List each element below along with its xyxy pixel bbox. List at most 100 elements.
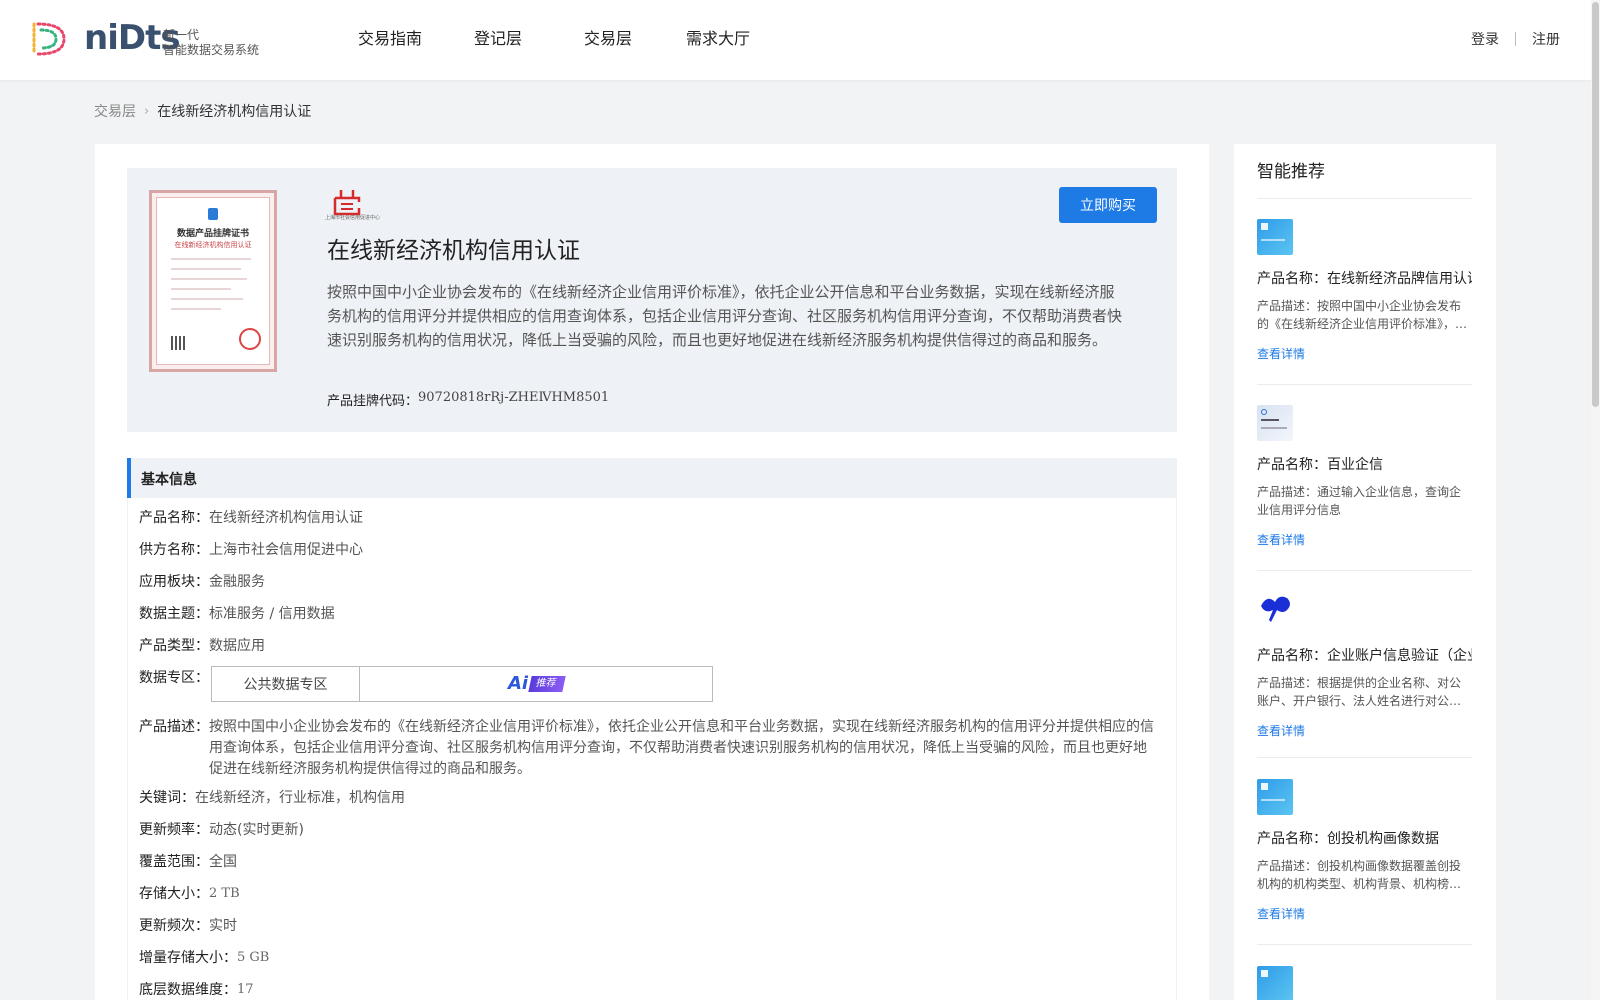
cert-text-line xyxy=(171,268,241,270)
info-value: 在线新经济机构信用认证 xyxy=(209,510,363,526)
nidts-logo-icon[interactable] xyxy=(28,20,68,58)
certificate-inner: 数据产品挂牌证书 在线新经济机构信用认证 xyxy=(156,197,270,365)
sidebar-title: 智能推荐 xyxy=(1257,162,1325,182)
cert-text-line xyxy=(171,308,221,310)
zone-badge-cell: Ai 推荐 xyxy=(360,667,712,701)
product-detail-panel: 数据产品挂牌证书 在线新经济机构信用认证 上海市社会信用促进中心 立即购买 在线… xyxy=(95,144,1209,1000)
info-row: 更新频率： 动态(实时更新) xyxy=(139,820,304,840)
recommendation-name[interactable]: 产品名称：企业账户信息验证（企业 xyxy=(1257,646,1472,666)
divider xyxy=(1257,384,1472,385)
info-key: 更新频率： xyxy=(139,822,209,838)
info-key: 更新频次： xyxy=(139,918,209,934)
doc-thumb-icon[interactable] xyxy=(1257,779,1293,815)
ginkgo-leaf-icon[interactable] xyxy=(1257,592,1293,628)
ai-recommend-badge[interactable]: Ai 推荐 xyxy=(507,673,566,694)
info-row-zone: 数据专区： xyxy=(139,668,209,688)
product-code-value: 90720818rRj-ZHEⅣHM8501 xyxy=(418,390,610,405)
recommendation-card[interactable]: 产品名称：创投机构画像数据 产品描述：创投机构画像数据覆盖创投机构的机构类型、机… xyxy=(1257,779,1472,923)
section-title: 基本信息 xyxy=(141,472,197,488)
nav-demand-hall[interactable]: 需求大厅 xyxy=(686,28,750,50)
info-value: 全国 xyxy=(209,854,237,870)
info-value: 2 TB xyxy=(209,886,240,901)
zone-name[interactable]: 公共数据专区 xyxy=(212,667,360,701)
seal-stamp-icon xyxy=(239,328,261,350)
view-details-link[interactable]: 查看详情 xyxy=(1257,531,1472,549)
cert-text-line xyxy=(171,258,251,260)
info-key: 应用板块： xyxy=(139,574,209,590)
doc-thumb-icon[interactable] xyxy=(1257,966,1293,1000)
product-code: 产品挂牌代码： 90720818rRj-ZHEⅣHM8501 xyxy=(327,390,609,409)
info-value: 动态(实时更新) xyxy=(209,822,304,838)
info-value: 按照中国中小企业协会发布的《在线新经济企业信用评价标准》，依托企业公开信息和平台… xyxy=(209,719,1154,777)
info-key: 存储大小： xyxy=(139,886,209,902)
register-link[interactable]: 注册 xyxy=(1532,29,1560,49)
doc-thumb-icon[interactable] xyxy=(1257,219,1293,255)
info-row: 供方名称： 上海市社会信用促进中心 xyxy=(139,540,363,560)
basic-info-header: 基本信息 xyxy=(127,458,1177,498)
buy-now-button[interactable]: 立即购买 xyxy=(1059,187,1157,223)
info-key: 产品类型： xyxy=(139,638,209,654)
info-row: 应用板块： 金融服务 xyxy=(139,572,265,592)
ai-badge-text: Ai xyxy=(507,673,529,694)
view-details-link[interactable]: 查看详情 xyxy=(1257,722,1472,740)
recommendation-card[interactable] xyxy=(1257,966,1472,1000)
cert-logo-icon xyxy=(208,208,218,220)
cert-subtitle: 在线新经济机构信用认证 xyxy=(174,241,252,249)
recommendation-name[interactable]: 产品名称：创投机构画像数据 xyxy=(1257,829,1472,849)
info-key: 数据主题： xyxy=(139,606,209,622)
product-summary: 按照中国中小企业协会发布的《在线新经济企业信用评价标准》，依托企业公开信息和平台… xyxy=(327,283,1123,349)
info-key: 关键词： xyxy=(139,790,195,806)
info-row: 增量存储大小： 5 GB xyxy=(139,948,269,968)
info-value: 实时 xyxy=(209,918,237,934)
nav-trade-guide[interactable]: 交易指南 xyxy=(358,28,422,50)
page-scrollbar[interactable] xyxy=(1591,0,1600,1000)
auth-links: 登录 注册 xyxy=(1471,29,1560,49)
info-key: 增量存储大小： xyxy=(139,950,237,966)
info-value: 金融服务 xyxy=(209,574,265,590)
recommendation-desc: 产品描述：创投机构画像数据覆盖创投机构的机构类型、机构背景、机构榜单等信息 xyxy=(1257,859,1462,891)
breadcrumb-current: 在线新经济机构信用认证 xyxy=(157,104,312,120)
product-hero: 数据产品挂牌证书 在线新经济机构信用认证 上海市社会信用促进中心 立即购买 在线… xyxy=(127,168,1177,432)
view-details-link[interactable]: 查看详情 xyxy=(1257,345,1472,363)
cert-text-line xyxy=(171,278,247,280)
recommendation-card[interactable]: 产品名称：百业企信 产品描述：通过输入企业信息，查询企业信用评分信息 查看详情 xyxy=(1257,405,1472,549)
doc-thumb-icon[interactable] xyxy=(1257,405,1293,441)
recommendation-desc: 产品描述：根据提供的企业名称、对公账户、开户银行、法人姓名进行对公账户信息验证 xyxy=(1257,676,1462,708)
recommendation-card[interactable]: 产品名称：企业账户信息验证（企业 产品描述：根据提供的企业名称、对公账户、开户银… xyxy=(1257,592,1472,740)
view-details-link[interactable]: 查看详情 xyxy=(1257,905,1472,923)
login-link[interactable]: 登录 xyxy=(1471,29,1499,49)
info-row: 数据主题： 标准服务 / 信用数据 xyxy=(139,604,335,624)
scrollbar-thumb[interactable] xyxy=(1592,2,1599,407)
info-value: 17 xyxy=(237,982,254,997)
info-row: 产品类型： 数据应用 xyxy=(139,636,265,656)
info-value: 标准服务 / 信用数据 xyxy=(209,606,335,622)
recommendation-card[interactable]: 产品名称：在线新经济品牌信用认证 产品描述：按照中国中小企业协会发布的《在线新经… xyxy=(1257,219,1472,363)
info-key: 产品描述： xyxy=(139,719,209,735)
product-title: 在线新经济机构信用认证 xyxy=(327,238,580,264)
info-value: 在线新经济，行业标准，机构信用 xyxy=(195,790,405,806)
top-header: niDts 新一代 智能数据交易系统 交易指南 登记层 交易层 需求大厅 登录 … xyxy=(0,0,1600,80)
info-row-description: 产品描述： 按照中国中小企业协会发布的《在线新经济企业信用评价标准》，依托企业公… xyxy=(139,717,1159,780)
logo-subtitle-1: 新一代 xyxy=(163,28,200,42)
cert-title: 数据产品挂牌证书 xyxy=(176,229,249,239)
nav-registration-layer[interactable]: 登记层 xyxy=(474,28,522,50)
info-value: 数据应用 xyxy=(209,638,265,654)
info-row: 更新频次： 实时 xyxy=(139,916,237,936)
recommendation-name[interactable]: 产品名称：在线新经济品牌信用认证 xyxy=(1257,269,1472,289)
breadcrumb: 交易层 › 在线新经济机构信用认证 xyxy=(94,102,311,122)
divider xyxy=(1257,570,1472,571)
info-row: 覆盖范围： 全国 xyxy=(139,852,237,872)
auth-divider xyxy=(1515,32,1516,46)
basic-info-list: 产品名称： 在线新经济机构信用认证 供方名称： 上海市社会信用促进中心 应用板块… xyxy=(127,498,1177,1000)
info-row: 产品名称： 在线新经济机构信用认证 xyxy=(139,508,363,528)
recommendation-desc: 产品描述：通过输入企业信息，查询企业信用评分信息 xyxy=(1257,485,1462,517)
chevron-right-icon: › xyxy=(144,104,150,119)
divider xyxy=(1257,944,1472,945)
breadcrumb-parent[interactable]: 交易层 xyxy=(94,102,136,122)
qr-code-icon xyxy=(171,336,185,350)
divider xyxy=(1257,198,1472,199)
nav-trading-layer[interactable]: 交易层 xyxy=(584,28,632,50)
recommendation-name[interactable]: 产品名称：百业企信 xyxy=(1257,455,1472,475)
certificate-image[interactable]: 数据产品挂牌证书 在线新经济机构信用认证 xyxy=(149,190,277,372)
recommendation-sidebar: 智能推荐 产品名称：在线新经济品牌信用认证 产品描述：按照中国中小企业协会发布的… xyxy=(1234,144,1496,1000)
